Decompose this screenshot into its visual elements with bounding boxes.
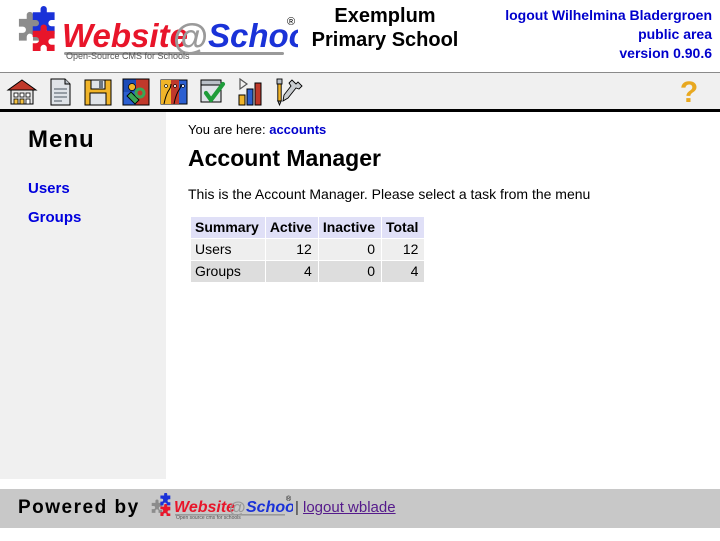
logo-tagline: Open-Source CMS for Schools: [66, 51, 190, 61]
sidebar-item-groups[interactable]: Groups: [28, 209, 166, 226]
page-footer: Powered by Website @ School ® Open sourc…: [0, 489, 720, 528]
logo-text-school: School: [208, 17, 298, 54]
help-question-icon[interactable]: ?: [674, 76, 704, 109]
summary-table-body: Users 12 0 12 Groups 4 0 4: [191, 239, 425, 282]
table-row: Groups 4 0 4: [191, 261, 425, 282]
footer-logout-link[interactable]: logout wblade: [303, 499, 396, 516]
school-name-line2: Primary School: [311, 29, 459, 51]
sidebar-item-groups-link[interactable]: Groups: [28, 209, 81, 226]
cell-active: 4: [265, 261, 318, 282]
powered-by-label: Powered by: [18, 497, 140, 518]
intro-text: This is the Account Manager. Please sele…: [188, 186, 591, 202]
summary-table: Summary Active Inactive Total Users 12 0…: [190, 216, 425, 283]
logo-registered-mark: ®: [287, 16, 295, 28]
page-header: Website @ School ® Open-Source CMS for S…: [0, 0, 720, 72]
checklist-icon[interactable]: [196, 76, 228, 108]
school-name-line1: Exemplum: [334, 5, 436, 27]
table-header-row: Summary Active Inactive Total: [191, 217, 425, 238]
accounts-faces-icon[interactable]: [158, 76, 190, 108]
breadcrumb-item-accounts[interactable]: accounts: [269, 122, 326, 137]
logout-link[interactable]: logout Wilhelmina Bladergroen: [505, 6, 712, 25]
column-header-inactive: Inactive: [318, 217, 381, 238]
version-label: version 0.90.6: [619, 45, 712, 61]
logo-text-website: Website: [62, 17, 188, 54]
sidebar-item-users[interactable]: Users: [28, 180, 166, 197]
sidebar-item-users-link[interactable]: Users: [28, 180, 70, 197]
sidebar-title: Menu: [28, 126, 95, 153]
sidebar-menu: Users Groups: [0, 154, 166, 226]
page-body: Menu Users Groups You are here: accounts…: [0, 112, 720, 479]
area-label: public area: [638, 26, 712, 42]
content-area: You are here: accounts Account Manager T…: [174, 112, 720, 479]
page-icon[interactable]: [44, 76, 76, 108]
summary-table-head: Summary Active Inactive Total: [191, 217, 425, 238]
cell-total: 12: [381, 239, 425, 260]
cell-row-label: Users: [191, 239, 265, 260]
breadcrumb-prefix: You are here:: [188, 122, 266, 137]
page-title: Account Manager: [188, 145, 381, 171]
column-header-active: Active: [265, 217, 318, 238]
site-logo[interactable]: Website @ School ® Open-Source CMS for S…: [8, 6, 298, 66]
footer-separator: |: [295, 499, 299, 516]
puzzle-pieces-icon: [18, 6, 55, 52]
tools-screwdriver-wrench-icon[interactable]: [272, 76, 304, 108]
footer-site-logo[interactable]: Website @ School ® Open source cms for s…: [148, 492, 300, 523]
site-logo-graphic: Website @ School ® Open-Source CMS for S…: [18, 6, 298, 61]
footer-logo-graphic: Website @ School ® Open source cms for s…: [151, 492, 300, 521]
modules-puzzle-icon[interactable]: [120, 76, 152, 108]
save-floppy-icon[interactable]: [82, 76, 114, 108]
cell-inactive: 0: [318, 239, 381, 260]
footer-logo-text-website: Website: [174, 499, 235, 516]
statistics-bar-chart-icon[interactable]: [234, 76, 266, 108]
main-toolbar: ?: [0, 72, 720, 112]
table-row: Users 12 0 12: [191, 239, 425, 260]
column-header-summary: Summary: [191, 217, 265, 238]
home-icon[interactable]: [6, 76, 38, 108]
cell-active: 12: [265, 239, 318, 260]
logout-link-anchor[interactable]: logout Wilhelmina Bladergroen: [505, 7, 712, 23]
column-header-total: Total: [381, 217, 425, 238]
svg-text:?: ?: [680, 77, 698, 107]
breadcrumb: You are here: accounts: [188, 122, 710, 137]
footer-logo-registered-mark: ®: [286, 495, 292, 503]
sidebar: Menu Users Groups: [0, 112, 166, 479]
footer-puzzle-pieces-icon: [151, 492, 171, 516]
cell-row-label: Groups: [191, 261, 265, 282]
header-user-info: logout Wilhelmina Bladergroen public are…: [505, 6, 712, 63]
footer-logo-tagline: Open source cms for schools: [176, 515, 241, 521]
cell-inactive: 0: [318, 261, 381, 282]
cell-total: 4: [381, 261, 425, 282]
toolbar-icon-group: [6, 76, 304, 108]
school-name: Exemplum Primary School: [300, 4, 470, 52]
